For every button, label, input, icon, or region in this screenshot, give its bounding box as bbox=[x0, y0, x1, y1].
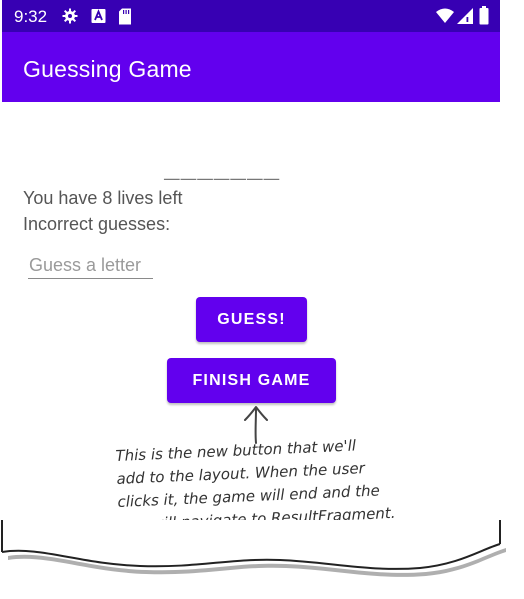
status-time: 9:32 bbox=[14, 7, 48, 26]
torn-page-edge bbox=[0, 520, 506, 577]
gear-icon bbox=[62, 8, 78, 24]
finish-game-button[interactable]: FINISH GAME bbox=[167, 358, 336, 403]
sd-card-icon bbox=[119, 8, 131, 25]
a-box-icon bbox=[91, 9, 106, 23]
app-bar: Guessing Game bbox=[2, 32, 500, 102]
guess-button[interactable]: GUESS! bbox=[196, 297, 307, 342]
phone-screen: 9:32 Guessing Game _______ You have 8 li… bbox=[2, 0, 500, 560]
secret-word: _______ bbox=[164, 155, 281, 185]
wifi-icon bbox=[436, 8, 454, 23]
app-title: Guessing Game bbox=[23, 56, 192, 82]
guess-input[interactable] bbox=[28, 252, 153, 279]
signal-icon bbox=[457, 8, 473, 24]
battery-icon bbox=[479, 6, 489, 25]
incorrect-guesses-label: Incorrect guesses: bbox=[23, 214, 171, 234]
lives-text: You have 8 lives left bbox=[23, 188, 183, 208]
status-bar: 9:32 bbox=[2, 0, 500, 32]
